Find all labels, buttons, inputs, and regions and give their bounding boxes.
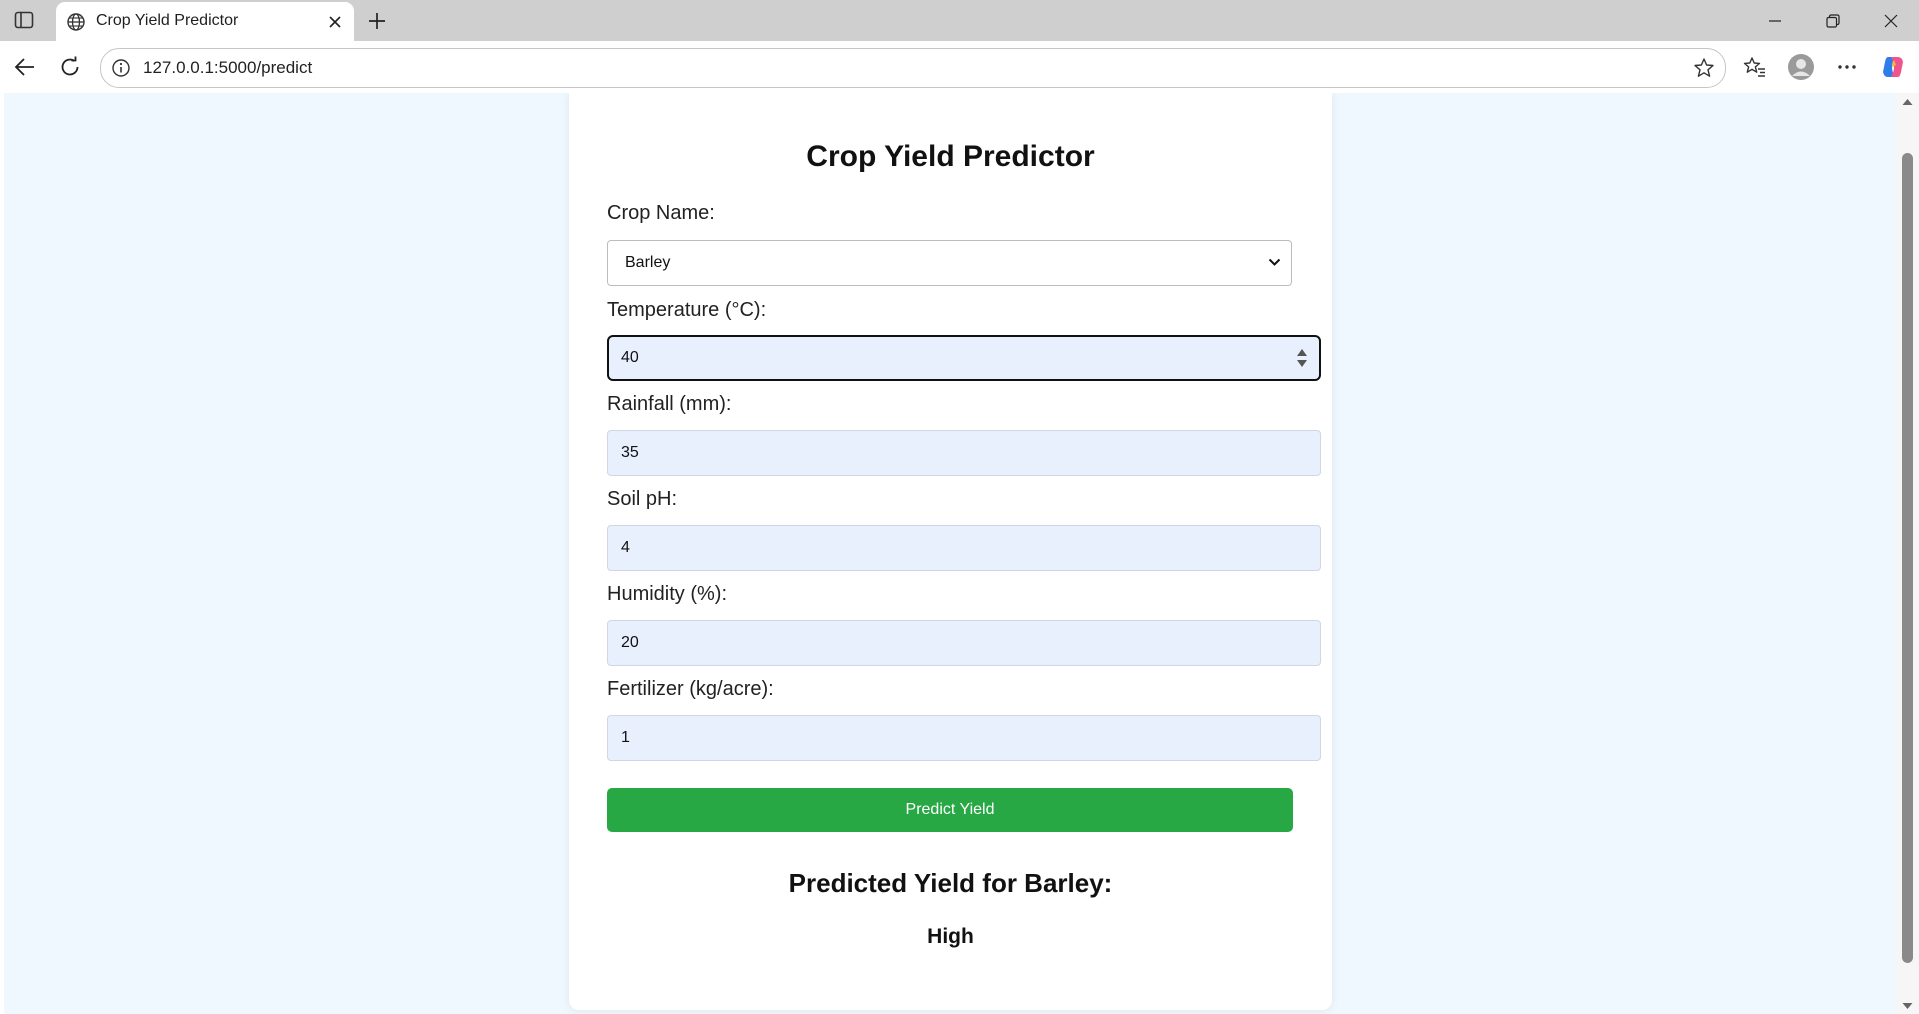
humidity-value: 20 [621, 634, 639, 651]
page-title: Crop Yield Predictor [806, 140, 1095, 173]
tab-title: Crop Yield Predictor [96, 12, 239, 29]
close-icon [329, 16, 341, 28]
avatar-icon [1788, 54, 1814, 80]
copilot-icon [1883, 57, 1903, 77]
favorites-icon [1743, 57, 1765, 77]
scrollbar-thumb[interactable] [1902, 153, 1913, 963]
soil-ph-value: 4 [621, 539, 630, 556]
crop-name-select[interactable]: Barley [607, 240, 1292, 286]
browser-tab-bar: Crop Yield Predictor [0, 0, 1919, 41]
crop-name-label: Crop Name: [607, 202, 715, 224]
close-window-button[interactable] [1868, 8, 1914, 34]
browser-toolbar: 127.0.0.1:5000/predict [0, 41, 1919, 94]
rainfall-input[interactable]: 35 [607, 430, 1321, 476]
crop-name-value: Barley [625, 254, 671, 271]
prediction-form-card: Crop Yield Predictor Crop Name: Barley T… [569, 93, 1332, 1010]
minimize-icon [1769, 20, 1781, 22]
soil-ph-input[interactable]: 4 [607, 525, 1321, 571]
copilot-button[interactable] [1878, 52, 1908, 82]
plus-icon [369, 13, 385, 29]
close-icon [1884, 14, 1898, 28]
profile-button[interactable] [1786, 52, 1816, 82]
temperature-input[interactable]: 40 [607, 335, 1321, 381]
browser-tab-active[interactable]: Crop Yield Predictor [56, 2, 354, 41]
new-tab-button[interactable] [364, 8, 390, 34]
page-viewport: Crop Yield Predictor Crop Name: Barley T… [0, 93, 1919, 1014]
reload-button[interactable] [55, 52, 85, 82]
soil-ph-label: Soil pH: [607, 488, 678, 510]
tab-actions-button[interactable] [10, 8, 38, 32]
sidebar-icon [14, 11, 34, 29]
predict-yield-button[interactable]: Predict Yield [607, 788, 1293, 832]
temperature-value: 40 [621, 349, 639, 366]
minimize-button[interactable] [1752, 8, 1798, 34]
info-icon[interactable] [111, 58, 131, 78]
fertilizer-label: Fertilizer (kg/acre): [607, 678, 774, 700]
rainfall-value: 35 [621, 444, 639, 461]
address-bar[interactable]: 127.0.0.1:5000/predict [100, 48, 1726, 88]
humidity-label: Humidity (%): [607, 583, 728, 605]
result-title: Predicted Yield for Barley: [788, 868, 1113, 898]
restore-button[interactable] [1810, 8, 1856, 34]
vertical-scrollbar[interactable] [1896, 93, 1919, 1014]
result-value: High [927, 925, 974, 948]
humidity-input[interactable]: 20 [607, 620, 1321, 666]
back-button[interactable] [10, 52, 40, 82]
globe-icon [67, 13, 85, 31]
more-icon [1838, 65, 1856, 69]
chevron-down-icon [1268, 258, 1281, 266]
scroll-up-icon[interactable] [1902, 98, 1913, 106]
arrow-left-icon [14, 58, 34, 76]
restore-icon [1826, 14, 1840, 28]
fertilizer-input[interactable]: 1 [607, 715, 1321, 761]
close-tab-button[interactable] [324, 11, 346, 33]
url-text[interactable]: 127.0.0.1:5000/predict [143, 58, 312, 78]
temperature-label: Temperature (°C): [607, 299, 767, 321]
rainfall-label: Rainfall (mm): [607, 393, 732, 415]
viewport-edge [0, 93, 4, 1014]
star-icon[interactable] [1693, 57, 1715, 79]
favorites-button[interactable] [1740, 52, 1770, 82]
fertilizer-value: 1 [621, 729, 630, 746]
scroll-down-icon[interactable] [1902, 1002, 1913, 1010]
refresh-icon [61, 56, 79, 76]
number-spinner-icon[interactable] [1296, 346, 1308, 370]
settings-more-button[interactable] [1832, 52, 1862, 82]
